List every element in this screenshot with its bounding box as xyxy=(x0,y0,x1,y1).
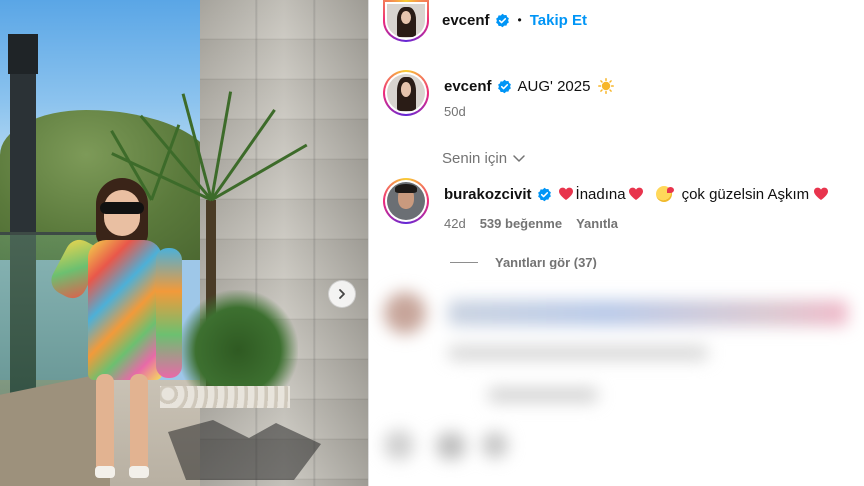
chevron-right-icon xyxy=(339,289,345,299)
face-blowing-kiss-emoji-icon xyxy=(655,186,674,202)
view-replies-button[interactable]: Yanıtları gör (37) xyxy=(495,255,597,269)
red-heart-emoji-icon xyxy=(813,186,829,202)
comment-meta: 42d 539 beğenme Yanıtla xyxy=(444,215,618,231)
post-caption: evcenf AUG' 2025 xyxy=(444,76,615,96)
separator-dot: • xyxy=(517,13,522,27)
photo-woman xyxy=(46,178,192,486)
chevron-down-icon xyxy=(513,155,525,162)
blurred-comments-area xyxy=(378,270,864,486)
post-header: evcenf • Takip Et xyxy=(442,10,587,30)
caption-username[interactable]: evcenf xyxy=(444,78,492,95)
commenter-username[interactable]: burakozcivit xyxy=(444,186,532,203)
sort-label: Senin için xyxy=(442,149,508,167)
follow-button[interactable]: Takip Et xyxy=(530,12,587,29)
commenter-avatar[interactable] xyxy=(383,178,429,224)
comment-age: 42d xyxy=(444,215,466,231)
comment-text-part1: İnadına xyxy=(575,185,626,203)
sun-emoji-icon xyxy=(598,78,615,94)
sunglasses xyxy=(100,202,144,214)
replies-line xyxy=(450,262,478,263)
sort-dropdown[interactable]: Senin için xyxy=(442,148,527,168)
post-age: 50d xyxy=(444,103,466,119)
verified-badge-icon xyxy=(495,13,510,28)
caption-text: AUG' 2025 xyxy=(517,77,591,95)
header-username[interactable]: evcenf xyxy=(442,12,490,29)
colorful-dress xyxy=(88,240,162,380)
comment-text-part2: çok güzelsin Aşkım xyxy=(681,185,810,203)
comment-likes[interactable]: 539 beğenme xyxy=(480,216,562,231)
reply-button[interactable]: Yanıtla xyxy=(576,216,618,231)
verified-badge-icon xyxy=(537,187,552,202)
verified-badge-icon xyxy=(497,79,512,94)
post-photo xyxy=(0,0,368,486)
caption-avatar[interactable] xyxy=(383,70,429,116)
comment-item: burakozcivit İnadına çok güzelsin Aşkım xyxy=(444,184,831,204)
next-photo-button[interactable] xyxy=(328,280,356,308)
red-heart-emoji-icon xyxy=(558,186,574,202)
photo-shrub xyxy=(178,290,298,390)
header-avatar[interactable] xyxy=(383,0,429,42)
red-heart-emoji-icon xyxy=(628,186,644,202)
